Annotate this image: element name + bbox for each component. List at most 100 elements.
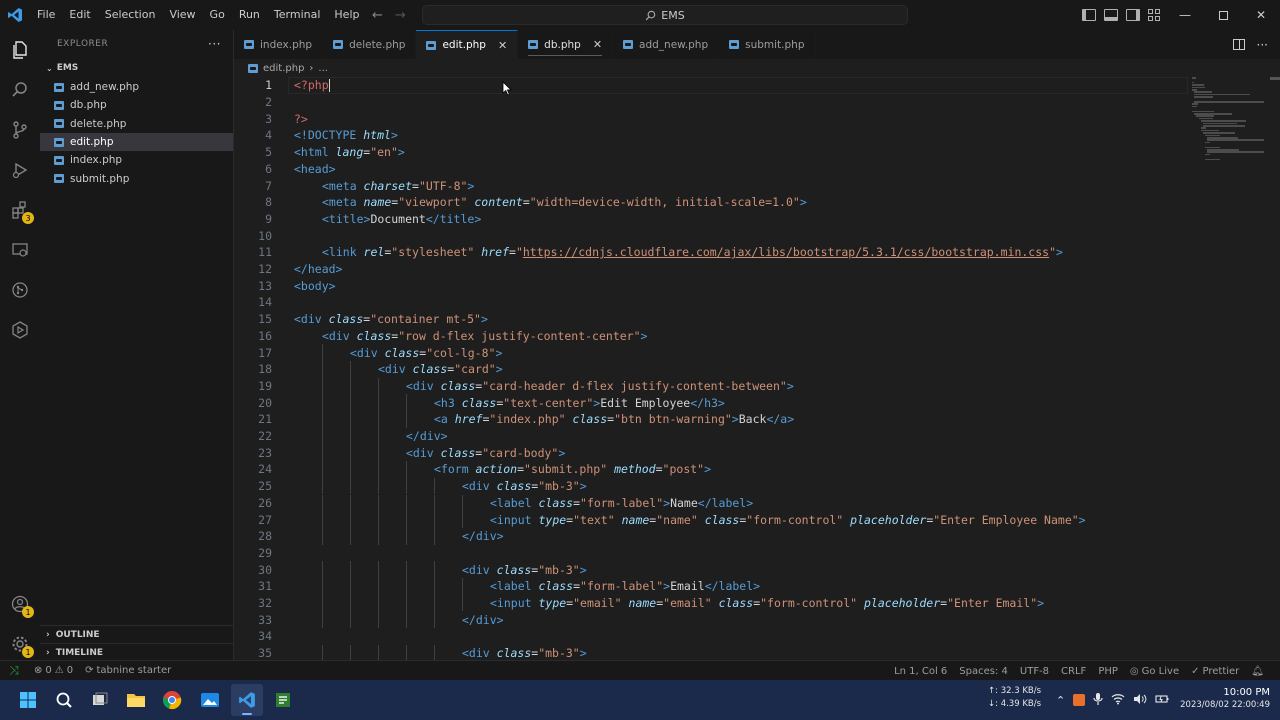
- microphone-icon[interactable]: [1093, 692, 1103, 709]
- menu-terminal[interactable]: Terminal: [267, 0, 328, 30]
- breadcrumb-rest[interactable]: ...: [318, 63, 328, 74]
- accounts-icon[interactable]: 1: [8, 592, 34, 618]
- tray-chevron-up-icon[interactable]: ⌃: [1056, 694, 1065, 707]
- timeline-section[interactable]: › TIMELINE: [40, 643, 234, 661]
- code-line[interactable]: 7 <meta charset="UTF-8">: [234, 177, 1234, 194]
- tab-submit-php[interactable]: submit.php: [719, 30, 816, 59]
- code-line[interactable]: 27 <input type="text" name="name" class="…: [234, 511, 1234, 528]
- toggle-secondary-sidebar-icon[interactable]: [1126, 9, 1140, 21]
- code-line[interactable]: 4 <!DOCTYPE html>: [234, 127, 1234, 144]
- code-line[interactable]: 19 <div class="card-header d-flex justify…: [234, 378, 1234, 395]
- code-line[interactable]: 16 <div class="row d-flex justify-content…: [234, 328, 1234, 345]
- code-line[interactable]: 11 <link rel="stylesheet" href="https://c…: [234, 244, 1234, 261]
- code-line[interactable]: 12 </head>: [234, 261, 1234, 278]
- folder-ems[interactable]: ⌄ EMS: [40, 58, 233, 78]
- indentation[interactable]: Spaces: 4: [953, 666, 1014, 677]
- tab-db-php[interactable]: db.php ✕: [518, 30, 614, 59]
- menu-help[interactable]: Help: [327, 0, 366, 30]
- tab-edit-php[interactable]: edit.php ✕: [416, 30, 519, 59]
- breadcrumb-file[interactable]: edit.php: [263, 63, 304, 74]
- minimap[interactable]: [1192, 77, 1268, 167]
- notepad-app-icon[interactable]: [267, 684, 299, 716]
- code-line[interactable]: 2: [234, 94, 1234, 111]
- code-line[interactable]: 21 <a href="index.php" class="btn btn-war…: [234, 411, 1234, 428]
- file-item[interactable]: db.php: [40, 96, 233, 114]
- taskbar-search-icon[interactable]: [48, 684, 80, 716]
- menu-file[interactable]: File: [30, 0, 62, 30]
- customize-layout-icon[interactable]: [1148, 9, 1160, 21]
- minimize-button[interactable]: —: [1166, 0, 1204, 30]
- code-line[interactable]: 6 <head>: [234, 161, 1234, 178]
- tab-delete-php[interactable]: delete.php: [323, 30, 417, 59]
- code-line[interactable]: 1 <?php: [234, 77, 1234, 94]
- source-control-icon[interactable]: [8, 118, 32, 142]
- tabnine-status[interactable]: ⟳ tabnine starter: [79, 665, 177, 676]
- code-line[interactable]: 10: [234, 227, 1234, 244]
- menu-edit[interactable]: Edit: [62, 0, 97, 30]
- code-line[interactable]: 18 <div class="card">: [234, 361, 1234, 378]
- close-window-button[interactable]: ✕: [1242, 0, 1280, 30]
- toggle-panel-icon[interactable]: [1104, 9, 1118, 21]
- encoding[interactable]: UTF-8: [1014, 666, 1055, 677]
- notifications-bell-icon[interactable]: 🔔︎: [1245, 666, 1270, 677]
- code-line[interactable]: 5 <html lang="en">: [234, 144, 1234, 161]
- code-line[interactable]: 14: [234, 294, 1234, 311]
- tab-index-php[interactable]: index.php: [234, 30, 324, 59]
- docker-icon[interactable]: [8, 318, 32, 342]
- code-line[interactable]: 28 </div>: [234, 528, 1234, 545]
- run-debug-icon[interactable]: [8, 158, 32, 182]
- chrome-icon[interactable]: [156, 684, 188, 716]
- file-item[interactable]: add_new.php: [40, 78, 233, 96]
- file-explorer-icon[interactable]: [120, 684, 152, 716]
- end-of-line[interactable]: CRLF: [1055, 666, 1092, 677]
- code-line[interactable]: 26 <label class="form-label">Name</label>: [234, 495, 1234, 512]
- tab-add-new-php[interactable]: add_new.php: [613, 30, 720, 59]
- code-line[interactable]: 33 </div>: [234, 611, 1234, 628]
- scrollbar-thumb[interactable]: [1270, 77, 1280, 80]
- code-line[interactable]: 29: [234, 545, 1234, 562]
- toggle-primary-sidebar-icon[interactable]: [1082, 9, 1096, 21]
- menu-go[interactable]: Go: [203, 0, 232, 30]
- maximize-button[interactable]: [1204, 0, 1242, 30]
- cursor-position[interactable]: Ln 1, Col 6: [888, 666, 953, 677]
- tab-close-icon[interactable]: ✕: [498, 39, 507, 52]
- code-line[interactable]: 23 <div class="card-body">: [234, 444, 1234, 461]
- vscode-taskbar-icon[interactable]: [231, 684, 263, 716]
- remote-indicator-icon[interactable]: ⤨: [0, 661, 28, 681]
- files-icon[interactable]: [8, 38, 32, 62]
- code-line[interactable]: 31 <label class="form-label">Email</label…: [234, 578, 1234, 595]
- menu-selection[interactable]: Selection: [98, 0, 163, 30]
- code-line[interactable]: 15 <div class="container mt-5">: [234, 311, 1234, 328]
- more-actions-icon[interactable]: ···: [1257, 38, 1268, 52]
- code-line[interactable]: 22 </div>: [234, 428, 1234, 445]
- outline-section[interactable]: › OUTLINE: [40, 625, 234, 643]
- extensions-icon[interactable]: 3: [8, 198, 34, 224]
- taskbar-clock[interactable]: 10:00 PM 2023/08/02 22:00:49: [1180, 686, 1270, 712]
- code-line[interactable]: 35 <div class="mb-3">: [234, 645, 1234, 660]
- search-icon[interactable]: [8, 78, 32, 102]
- settings-gear-icon[interactable]: 1: [8, 632, 34, 658]
- tab-close-icon[interactable]: ✕: [593, 38, 602, 51]
- task-view-icon[interactable]: [84, 684, 116, 716]
- code-line[interactable]: 17 <div class="col-lg-8">: [234, 344, 1234, 361]
- forward-arrow-icon[interactable]: →: [395, 8, 406, 23]
- code-line[interactable]: 20 <h3 class="text-center">Edit Employee<…: [234, 394, 1234, 411]
- menu-view[interactable]: View: [162, 0, 202, 30]
- code-line[interactable]: 8 <meta name="viewport" content="width=de…: [234, 194, 1234, 211]
- code-line[interactable]: 9 <title>Document</title>: [234, 211, 1234, 228]
- code-line[interactable]: 32 <input type="email" name="email" class…: [234, 595, 1234, 612]
- volume-icon[interactable]: [1133, 693, 1147, 708]
- remote-explorer-icon[interactable]: [8, 238, 32, 262]
- file-item[interactable]: index.php: [40, 151, 233, 169]
- problems-indicator[interactable]: ⊗ 0 ⚠ 0: [28, 665, 79, 676]
- code-line[interactable]: 3 ?>: [234, 110, 1234, 127]
- tray-app-icon[interactable]: [1073, 694, 1086, 706]
- photos-app-icon[interactable]: [194, 684, 226, 716]
- file-item[interactable]: edit.php: [40, 132, 233, 152]
- file-item[interactable]: submit.php: [40, 169, 233, 187]
- git-graph-icon[interactable]: [8, 278, 32, 302]
- more-actions-icon[interactable]: ···: [208, 37, 221, 51]
- back-arrow-icon[interactable]: ←: [372, 8, 383, 23]
- code-editor[interactable]: 1 <?php 2 3 ?> 4 <!DOCTYPE html> 5 <html lang="e…: [234, 77, 1280, 660]
- wifi-icon[interactable]: [1111, 693, 1125, 708]
